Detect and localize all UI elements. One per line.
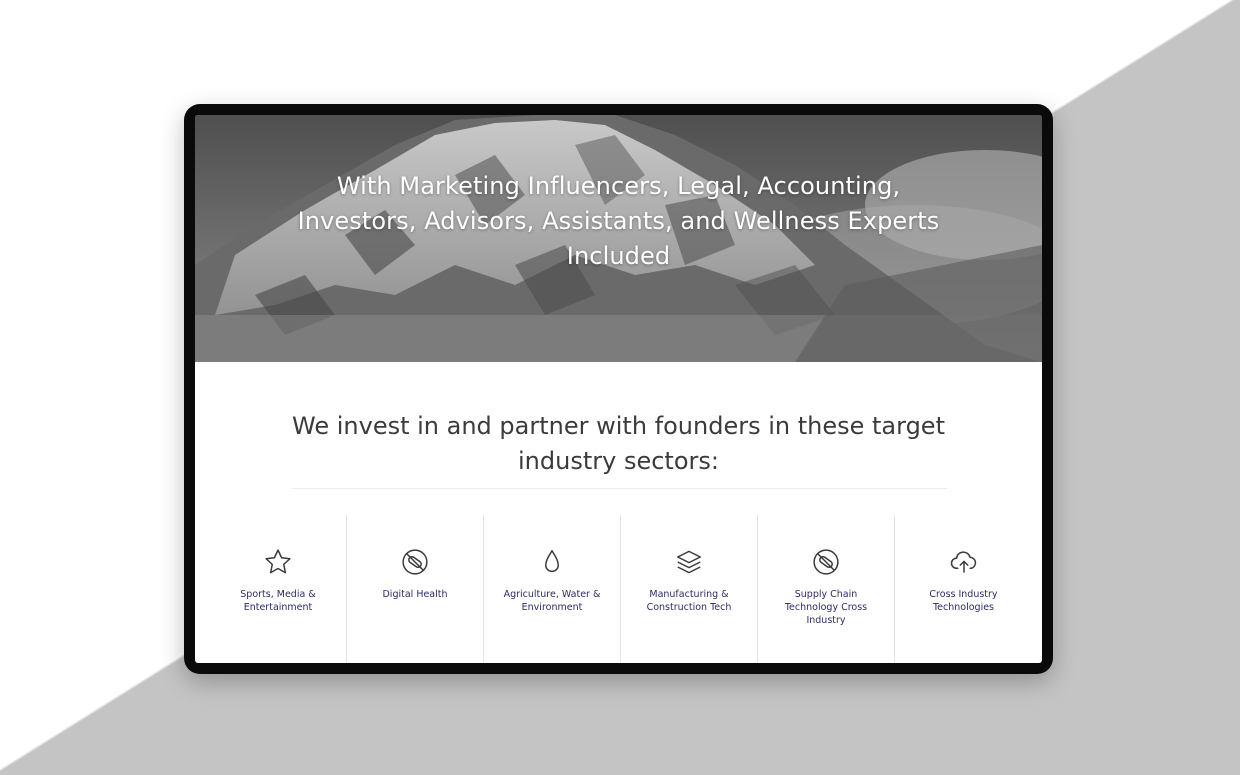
sector-sports-media-entertainment[interactable]: Sports, Media & Entertainment [210,515,347,663]
sector-supply-chain-technology[interactable]: Supply Chain Technology Cross Industry [758,515,895,663]
sector-digital-health[interactable]: Digital Health [347,515,484,663]
sectors-heading: We invest in and partner with founders i… [292,412,945,475]
hero-headline: With Marketing Influencers, Legal, Accou… [297,172,940,270]
section-divider [292,488,947,489]
no-pill-icon [810,546,842,578]
sector-label: Sports, Media & Entertainment [240,589,316,613]
water-drop-icon [536,546,568,578]
sector-label: Manufacturing & Construction Tech [646,589,732,613]
star-icon [262,546,294,578]
hero-banner: With Marketing Influencers, Legal, Accou… [195,115,1042,362]
cloud-upload-icon [948,546,980,578]
sector-label: Supply Chain Technology Cross Industry [784,589,868,626]
no-pill-icon [399,546,431,578]
sector-label: Agriculture, Water & Environment [503,589,601,613]
sector-label: Digital Health [382,589,448,600]
sector-cross-industry-technologies[interactable]: Cross Industry Technologies [895,515,1032,663]
sector-agriculture-water-environment[interactable]: Agriculture, Water & Environment [484,515,621,663]
sector-label: Cross Industry Technologies [929,589,998,613]
sectors-list: Sports, Media & Entertainment Digital He… [210,515,1030,663]
sector-manufacturing-construction-tech[interactable]: Manufacturing & Construction Tech [621,515,758,663]
layers-icon [673,546,705,578]
device-screen: With Marketing Influencers, Legal, Accou… [195,115,1042,663]
device-frame: With Marketing Influencers, Legal, Accou… [184,104,1053,674]
